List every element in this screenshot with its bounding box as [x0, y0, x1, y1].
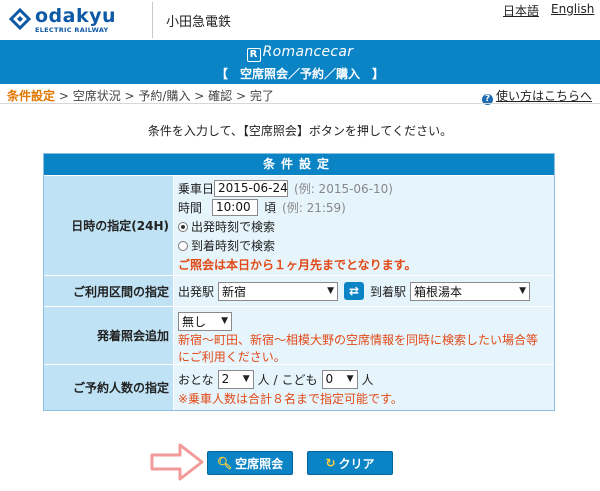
refresh-icon: ↻	[325, 456, 336, 470]
search-button-label: 空席照会	[235, 456, 284, 471]
pointer-arrow-icon	[150, 443, 204, 481]
breadcrumb: 条件設定 > 空席状況 > 予約/購入 > 確認 > 完了	[7, 87, 274, 104]
breadcrumb-step-conditions: 条件設定	[7, 89, 56, 103]
time-suffix: 頃	[264, 201, 277, 215]
date-example: (例: 2015-06-10)	[294, 182, 393, 196]
clear-button-label: クリア	[338, 456, 375, 471]
chevron-down-icon: ▼	[221, 316, 228, 326]
banner-subtitle: 【 空席照会／予約／購入 】	[215, 67, 384, 81]
chevron-down-icon: ▼	[346, 374, 354, 384]
people-label: ご予約人数の指定	[44, 365, 174, 410]
radio-depart[interactable]	[178, 221, 188, 232]
extra-note: 新宿～町田、新宿～相模大野の空席情報を同時に検索したい場合等にご利用ください。	[178, 333, 539, 364]
search-icon: 🔍︎	[216, 456, 233, 470]
time-input[interactable]: 10:00	[212, 199, 259, 216]
swap-stations-icon[interactable]: ⇄	[344, 282, 365, 300]
datetime-row: 日時の指定(24H) 乗車日 2015-06-24 (例: 2015-06-10…	[44, 175, 554, 275]
child-count-select[interactable]: 0 ▼	[321, 369, 358, 389]
adult-unit: 人 /	[257, 372, 278, 387]
extra-label: 発着照会追加	[44, 307, 174, 364]
form-caption: 条件設定	[44, 154, 554, 175]
child-unit: 人	[361, 372, 374, 387]
radio-depart-label: 出発時刻で検索	[191, 220, 276, 234]
radio-arrive[interactable]	[178, 240, 188, 251]
breadcrumb-step-confirm: 確認	[208, 89, 233, 103]
extra-value: 無し	[182, 314, 207, 329]
site-header: odakyu ELECTRIC RAILWAY 小田急電鉄 日本語 Englis…	[0, 0, 600, 40]
chevron-down-icon: ▼	[327, 286, 335, 296]
adult-count-select[interactable]: 2 ▼	[217, 369, 254, 389]
extra-fields: 無し ▼ 新宿～町田、新宿～相模大野の空席情報を同時に検索したい場合等にご利用くだ…	[174, 307, 554, 364]
date-label: 乗車日	[178, 182, 215, 196]
from-station-select[interactable]: 新宿 ▼	[218, 281, 339, 301]
people-fields: おとな 2 ▼ 人 / こども 0 ▼ 人 ※乗車人数は合計８名まで指定可能です。	[174, 365, 554, 410]
extra-row: 発着照会追加 無し ▼ 新宿～町田、新宿～相模大野の空席情報を同時に検索したい場合…	[44, 306, 554, 364]
section-fields: 出発駅 新宿 ▼ ⇄ 到着駅 箱根湯本 ▼	[174, 276, 554, 306]
banner-brand: R Romancecar	[0, 44, 600, 62]
logo-subtext: ELECTRIC RAILWAY	[35, 26, 109, 34]
lang-english-link[interactable]: English	[551, 2, 594, 16]
time-example: (例: 21:59)	[282, 201, 346, 215]
child-count-value: 0	[325, 372, 334, 386]
breadcrumb-step-reserve: 予約/購入	[138, 89, 191, 103]
search-conditions-form: 条件設定 日時の指定(24H) 乗車日 2015-06-24 (例: 2015-…	[43, 153, 555, 411]
datetime-fields: 乗車日 2015-06-24 (例: 2015-06-10) 時間 10:00 …	[174, 176, 554, 275]
company-name: 小田急電鉄	[166, 15, 232, 30]
to-station-select[interactable]: 箱根湯本 ▼	[410, 281, 531, 301]
radio-depart-option[interactable]: 出発時刻で検索	[178, 217, 550, 236]
instruction-text: 条件を入力して、【空席照会】ボタンを押してください。	[147, 124, 453, 138]
breadcrumb-separator: >	[190, 89, 209, 103]
romancecar-banner: R Romancecar 【 空席照会／予約／購入 】	[0, 40, 600, 84]
people-note: ※乗車人数は合計８名まで指定可能です。	[178, 392, 403, 406]
to-station-label: 到着駅	[370, 284, 407, 299]
extra-select[interactable]: 無し ▼	[178, 311, 232, 331]
breadcrumb-separator: >	[232, 89, 250, 103]
people-row: ご予約人数の指定 おとな 2 ▼ 人 / こども 0 ▼ 人 ※乗車人数は合計８名ま…	[44, 364, 554, 410]
chevron-down-icon: ▼	[242, 374, 250, 384]
clear-button[interactable]: ↻ クリア	[307, 451, 393, 475]
adult-count-value: 2	[221, 372, 230, 386]
romancecar-logo-icon: R	[246, 48, 261, 62]
date-range-warning: ご照会は本日から１ヶ月先までとなります。	[178, 258, 417, 272]
from-station-label: 出発駅	[178, 284, 215, 299]
breadcrumb-separator: >	[55, 89, 73, 103]
breadcrumb-step-complete: 完了	[249, 89, 274, 103]
date-input[interactable]: 2015-06-24	[214, 180, 289, 197]
radio-arrive-label: 到着時刻で検索	[191, 239, 276, 253]
header-divider	[152, 2, 153, 38]
chevron-down-icon: ▼	[519, 286, 527, 296]
adult-label: おとな	[178, 372, 214, 387]
help-link-text: 使い方はこちらへ	[495, 89, 592, 103]
child-label: こども	[281, 372, 318, 387]
section-row: ご利用区間の指定 出発駅 新宿 ▼ ⇄ 到着駅 箱根湯本 ▼	[44, 275, 554, 306]
from-station-value: 新宿	[222, 284, 247, 299]
to-station-value: 箱根湯本	[414, 284, 463, 299]
logo-text: odakyu	[35, 5, 117, 27]
breadcrumb-step-availability: 空席状況	[72, 89, 121, 103]
banner-brand-text: Romancecar	[262, 44, 354, 60]
odakyu-logo[interactable]: odakyu ELECTRIC RAILWAY	[8, 5, 120, 35]
breadcrumb-divider	[0, 103, 600, 104]
datetime-label: 日時の指定(24H)	[44, 176, 174, 275]
breadcrumb-separator: >	[120, 89, 139, 103]
time-label: 時間	[178, 201, 203, 215]
search-availability-button[interactable]: 🔍︎ 空席照会	[207, 451, 293, 475]
odakyu-logo-icon	[8, 7, 32, 31]
section-label: ご利用区間の指定	[44, 276, 174, 306]
radio-arrive-option[interactable]: 到着時刻で検索	[178, 236, 550, 255]
lang-japanese-link[interactable]: 日本語	[503, 2, 539, 19]
